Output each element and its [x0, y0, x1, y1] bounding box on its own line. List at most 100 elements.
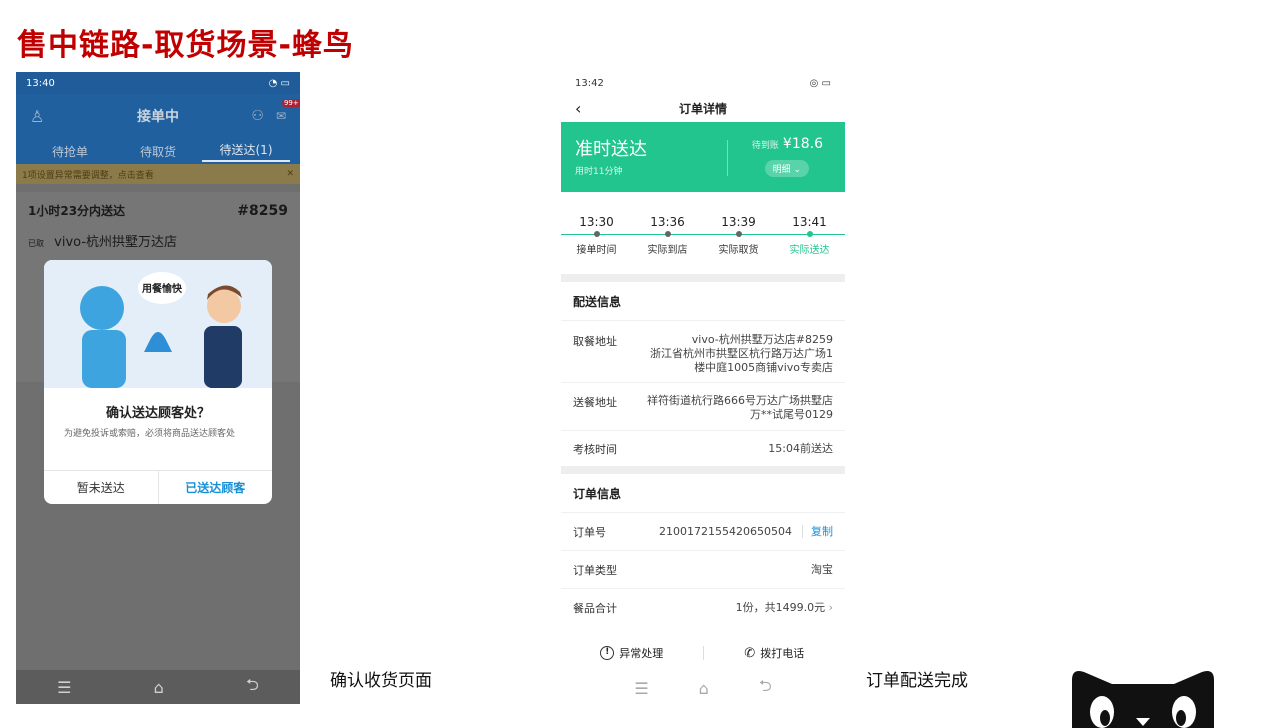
chevron-down-icon: ⌄: [793, 165, 801, 175]
call-button[interactable]: ✆ 拨打电话: [704, 645, 846, 661]
order-type-value: 淘宝: [811, 562, 833, 576]
profile-icon[interactable]: ♙: [30, 107, 44, 126]
delivery-timeline: 13:30 13:36 13:39 13:41 接单时间 实际到店 实际取货 实…: [561, 192, 845, 274]
dropoff-line2: 万**试尾号0129: [750, 408, 833, 421]
time-accepted: 13:30: [579, 215, 614, 229]
label-arrived: 实际到店: [647, 245, 688, 256]
used-time: 用时11分钟: [575, 167, 623, 177]
amount-value: ¥18.6: [782, 136, 823, 152]
timeline-dot: [774, 231, 845, 237]
system-nav-bar: ☰ ⌂ ⮌: [561, 672, 845, 704]
status-time: 13:40: [26, 77, 55, 89]
menu-icon[interactable]: ☰: [57, 678, 71, 697]
status-bar: 13:40 ◔ ▭: [16, 72, 300, 94]
timeline-dot: [561, 231, 632, 237]
store-name: vivo-杭州拱墅万达店: [54, 235, 178, 250]
dropoff-label: 送餐地址: [573, 396, 617, 409]
pickup-line2: 浙江省杭州市拱墅区杭行路万达广场1: [650, 347, 833, 360]
back-arrow-icon[interactable]: ‹: [575, 99, 581, 118]
chevron-right-icon: ›: [828, 600, 833, 614]
pickup-line1: vivo-杭州拱墅万达店#8259: [691, 333, 833, 346]
delivery-illustration: 用餐愉快: [44, 260, 272, 388]
order-number: #8259: [237, 202, 288, 219]
back-icon[interactable]: ⮌: [246, 674, 259, 701]
back-icon[interactable]: ⮌: [759, 675, 772, 702]
header-title[interactable]: 接单中: [137, 106, 179, 126]
detail-label: 明细: [772, 165, 791, 175]
home-icon[interactable]: ⌂: [154, 678, 164, 697]
order-type-label: 订单类型: [573, 563, 617, 577]
deadline-text: 1小时23分内送达: [28, 204, 126, 218]
dropoff-address-row: 送餐地址 祥符街道杭行路666号万达广场拱墅店 万**试尾号0129: [561, 382, 845, 430]
status-time: 13:42: [575, 77, 604, 89]
detail-button[interactable]: 明细 ⌄: [764, 160, 809, 177]
pickup-line3: 楼中庭1005商铺vivo专卖店: [694, 361, 833, 374]
tab-to-grab[interactable]: 待抢单: [26, 143, 114, 160]
page-title: 订单详情: [678, 101, 727, 116]
close-icon[interactable]: ✕: [286, 169, 294, 179]
delivery-status: 准时送达: [575, 139, 647, 160]
pending-amount: 待到账 ¥18.6: [752, 136, 823, 152]
exception-label: 异常处理: [619, 647, 664, 660]
pickup-label: 取餐地址: [573, 335, 617, 348]
check-label: 考核时间: [573, 442, 617, 456]
notice-bar[interactable]: 1项设置异常需要调整，点击查看 ✕: [16, 164, 300, 184]
phone-order-detail: 13:42 ◎ ▭ ‹ 订单详情 准时送达 用时11分钟 待到账 ¥18.6 明细…: [561, 72, 845, 704]
timeline-dot: [632, 231, 703, 237]
caption-confirm-page: 确认收货页面: [330, 671, 432, 691]
dialog-title: 确认送达顾客处？: [105, 406, 210, 421]
order-tabs: 待抢单 待取货 待送达(1): [16, 138, 300, 164]
store-tag: 已取: [28, 239, 44, 248]
action-bar: ! 异常处理 ✆ 拨打电话: [561, 638, 845, 668]
order-type-row: 订单类型 淘宝: [561, 550, 845, 588]
tmall-cat-logo: [1072, 671, 1214, 728]
dropoff-line1: 祥符街道杭行路666号万达广场拱墅店: [647, 394, 833, 407]
message-badge: 99+: [281, 99, 300, 107]
check-value: 15:04前送达: [768, 441, 833, 455]
home-icon[interactable]: ⌂: [699, 679, 709, 698]
call-label: 拨打电话: [760, 647, 805, 660]
rider-icon[interactable]: ⚇: [251, 108, 264, 124]
not-delivered-button[interactable]: 暂未送达: [44, 471, 159, 504]
tab-to-deliver[interactable]: 待送达(1): [202, 141, 290, 162]
status-banner: 准时送达 用时11分钟 待到账 ¥18.6 明细 ⌄: [561, 122, 845, 192]
order-number-row: 订单号 2100172155420650504 复制: [561, 512, 845, 550]
caption-order-complete: 订单配送完成: [866, 671, 968, 691]
message-icon[interactable]: ✉ 99+: [276, 99, 300, 123]
notice-text: 1项设置异常需要调整，点击查看: [22, 170, 154, 181]
phone-confirm-delivery: 13:40 ◔ ▭ ♙ 接单中 ⚇ ✉ 99+ 待抢单 待取货 待送达(1) 1…: [16, 72, 300, 704]
exception-button[interactable]: ! 异常处理: [561, 645, 703, 661]
order-section-title: 订单信息: [573, 486, 622, 501]
delivered-button[interactable]: 已送达顾客: [159, 471, 273, 504]
time-delivered: 13:41: [792, 215, 827, 229]
battery-icon: ◔ ▭: [268, 77, 290, 89]
menu-icon[interactable]: ☰: [634, 679, 648, 698]
label-accepted: 接单时间: [576, 245, 617, 256]
check-time-row: 考核时间 15:04前送达: [561, 430, 845, 466]
delivery-section-title: 配送信息: [573, 294, 622, 309]
order-total-value: 1份，共1499.0元: [735, 600, 826, 614]
nav-bar: ‹ 订单详情: [561, 94, 845, 122]
dialog-description: 为避免投诉或索赔，必须将商品送达顾客处: [64, 429, 236, 439]
order-no-label: 订单号: [573, 525, 606, 539]
pending-label: 待到账: [751, 141, 779, 151]
slide-title: 售中链路-取货场景-蜂鸟: [17, 28, 354, 63]
confirm-dialog: 用餐愉快 确认送达顾客处？ 为避免投诉或索赔，必须将商品送达顾客处 暂未送达 已…: [44, 260, 272, 504]
label-picked: 实际取货: [718, 245, 759, 256]
order-total-label: 餐品合计: [573, 601, 617, 615]
battery-icon: ◎ ▭: [809, 77, 831, 89]
app-header: ♙ 接单中 ⚇ ✉ 99+: [16, 94, 300, 138]
order-no-value: 2100172155420650504: [659, 524, 792, 538]
label-delivered: 实际送达: [789, 245, 830, 256]
copy-button[interactable]: 复制: [802, 524, 833, 538]
time-arrived: 13:36: [650, 215, 685, 229]
timeline-dot: [703, 231, 774, 237]
status-bar: 13:42 ◎ ▭: [561, 72, 845, 94]
tab-to-pickup[interactable]: 待取货: [114, 143, 202, 160]
order-total-row[interactable]: 餐品合计 1份，共1499.0元 ›: [561, 588, 845, 626]
speech-bubble: 用餐愉快: [142, 284, 182, 295]
time-picked: 13:39: [721, 215, 756, 229]
system-nav-bar: ☰ ⌂ ⮌: [16, 670, 300, 704]
pickup-address-row: 取餐地址 vivo-杭州拱墅万达店#8259 浙江省杭州市拱墅区杭行路万达广场1…: [561, 320, 845, 382]
phone-icon: ✆: [744, 645, 756, 661]
